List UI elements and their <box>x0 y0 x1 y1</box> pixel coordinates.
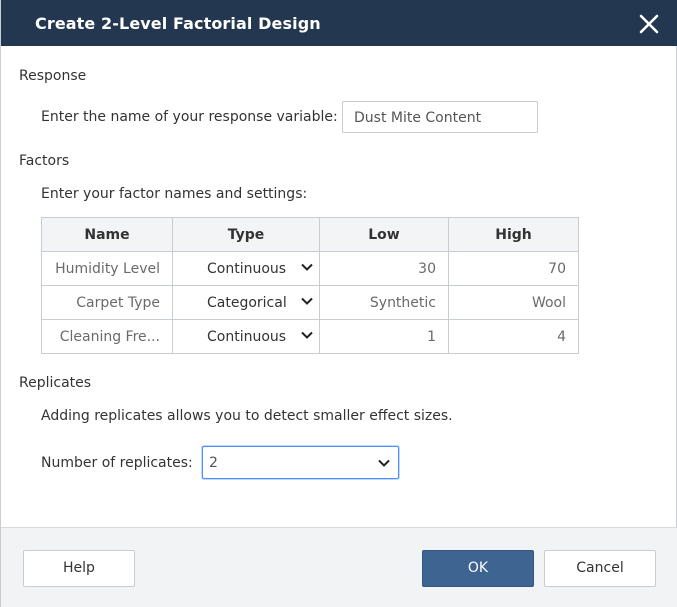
column-header-low: Low <box>319 217 449 252</box>
replicates-select[interactable]: 2 <box>202 446 399 479</box>
factors-table: Name Type Low High Humidity Level Contin… <box>41 217 579 354</box>
ok-button[interactable]: OK <box>422 550 534 587</box>
dialog-footer: Help OK Cancel <box>1 527 677 607</box>
column-header-type: Type <box>172 217 320 252</box>
replicates-selected-value: 2 <box>209 455 218 471</box>
chevron-down-icon <box>378 459 390 467</box>
table-row: Cleaning Fre... Continuous 1 4 <box>41 319 579 354</box>
column-header-high: High <box>448 217 579 252</box>
factor-type-dropdown[interactable]: Continuous <box>172 251 320 286</box>
factor-name-cell[interactable]: Humidity Level <box>41 251 173 286</box>
dialog-title: Create 2-Level Factorial Design <box>35 14 321 33</box>
factor-type-dropdown[interactable]: Categorical <box>172 285 320 320</box>
factors-header-row: Name Type Low High <box>41 217 579 252</box>
factor-high-cell[interactable]: 70 <box>448 251 579 286</box>
replicates-info: Adding replicates allows you to detect s… <box>41 408 453 424</box>
close-icon[interactable] <box>633 8 665 40</box>
factor-type-dropdown[interactable]: Continuous <box>172 319 320 354</box>
cancel-button[interactable]: Cancel <box>544 550 656 587</box>
replicates-section-label: Replicates <box>19 375 92 391</box>
factor-high-cell[interactable]: 4 <box>448 319 579 354</box>
help-button[interactable]: Help <box>23 550 135 587</box>
title-bar: Create 2-Level Factorial Design <box>1 0 677 46</box>
replicates-label: Number of replicates: <box>41 455 193 471</box>
table-row: Humidity Level Continuous 30 70 <box>41 251 579 286</box>
chevron-down-icon <box>301 297 313 305</box>
create-factorial-design-dialog: Create 2-Level Factorial Design Response… <box>0 0 677 607</box>
factor-type-value: Categorical <box>207 295 287 311</box>
factors-section-label: Factors <box>19 153 70 169</box>
factor-low-cell[interactable]: Synthetic <box>319 285 449 320</box>
table-row: Carpet Type Categorical Synthetic Wool <box>41 285 579 320</box>
factor-low-cell[interactable]: 1 <box>319 319 449 354</box>
response-section-label: Response <box>19 68 87 84</box>
factor-type-value: Continuous <box>207 329 287 345</box>
factor-name-cell[interactable]: Carpet Type <box>41 285 173 320</box>
response-prompt: Enter the name of your response variable… <box>41 109 338 125</box>
factor-name-cell[interactable]: Cleaning Fre... <box>41 319 173 354</box>
column-header-name: Name <box>41 217 173 252</box>
factor-type-value: Continuous <box>207 261 287 277</box>
factor-high-cell[interactable]: Wool <box>448 285 579 320</box>
factor-low-cell[interactable]: 30 <box>319 251 449 286</box>
chevron-down-icon <box>301 331 313 339</box>
chevron-down-icon <box>301 263 313 271</box>
response-variable-input[interactable]: Dust Mite Content <box>342 101 538 133</box>
factors-prompt: Enter your factor names and settings: <box>41 186 308 202</box>
